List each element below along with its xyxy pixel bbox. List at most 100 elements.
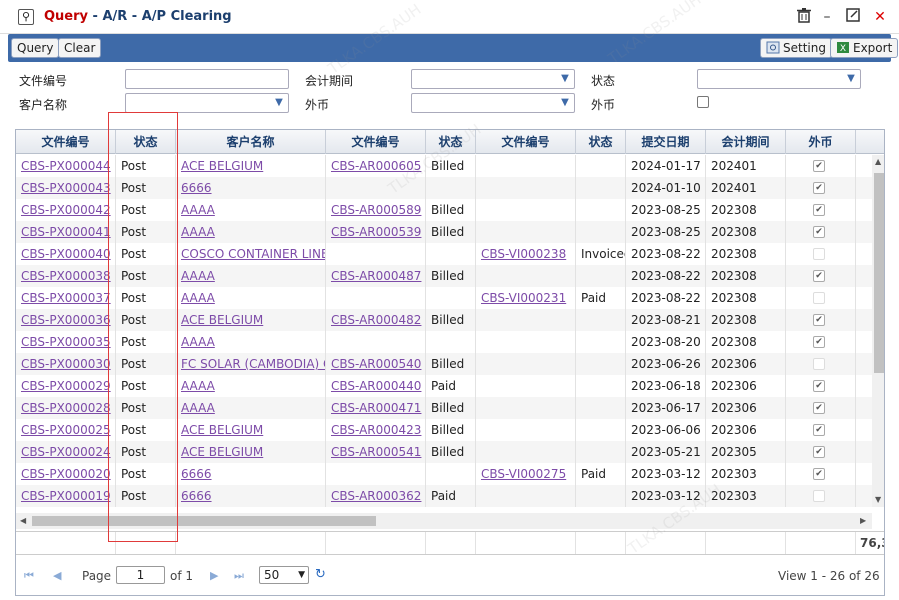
ar-doc-link[interactable]: CBS-AR000539 xyxy=(326,221,426,243)
close-icon[interactable]: ✕ xyxy=(871,8,889,26)
customer-select[interactable]: ▼ xyxy=(125,93,289,113)
customer-link[interactable]: AAAA xyxy=(176,375,326,397)
setting-button[interactable]: Setting xyxy=(760,38,832,58)
foreign-checkbox-cell[interactable]: ✔ xyxy=(813,182,825,194)
table-row[interactable]: CBS-PX000029 Post AAAA CBS-AR000440 Paid 2023… xyxy=(16,375,872,397)
foreign-checkbox-cell[interactable]: ✔ xyxy=(813,336,825,348)
customer-link[interactable]: COSCO CONTAINER LINES xyxy=(176,243,326,265)
ar-doc-link[interactable]: CBS-AR000471 xyxy=(326,397,426,419)
foreign-checkbox[interactable] xyxy=(697,96,709,108)
column-header-period[interactable]: 会计期间 xyxy=(706,130,786,154)
doc-no-link[interactable]: CBS-PX000024 xyxy=(16,441,116,463)
doc-no-link[interactable]: CBS-PX000037 xyxy=(16,287,116,309)
doc-no-link[interactable]: CBS-PX000043 xyxy=(16,177,116,199)
column-header-ar-status[interactable]: 状态 xyxy=(426,130,476,154)
page-size-select[interactable]: 50 ▼ xyxy=(259,566,309,584)
customer-link[interactable]: FC SOLAR (CAMBODIA) CO xyxy=(176,353,326,375)
vertical-scroll-thumb[interactable] xyxy=(874,173,884,373)
table-row[interactable]: CBS-PX000041 Post AAAA CBS-AR000539 Billed 20… xyxy=(16,221,872,243)
ar-doc-link[interactable]: CBS-AR000487 xyxy=(326,265,426,287)
ar-doc-link[interactable]: CBS-AR000440 xyxy=(326,375,426,397)
foreign-checkbox-cell[interactable]: ✔ xyxy=(813,424,825,436)
table-row[interactable]: CBS-PX000035 Post AAAA 2023-08-20 202308 ✔ xyxy=(16,331,872,353)
foreign-checkbox-cell[interactable] xyxy=(813,248,825,260)
table-row[interactable]: CBS-PX000030 Post FC SOLAR (CAMBODIA) CO CB… xyxy=(16,353,872,375)
scroll-left-icon[interactable]: ◀ xyxy=(20,516,26,525)
customer-link[interactable]: AAAA xyxy=(176,397,326,419)
ar-doc-link[interactable]: CBS-AR000423 xyxy=(326,419,426,441)
column-header-status[interactable]: 状态 xyxy=(116,130,176,154)
ar-doc-link[interactable]: CBS-AR000540 xyxy=(326,353,426,375)
page-number-input[interactable]: 1 xyxy=(116,566,165,584)
doc-no-link[interactable]: CBS-PX000029 xyxy=(16,375,116,397)
doc-no-link[interactable]: CBS-PX000019 xyxy=(16,485,116,507)
horizontal-scrollbar[interactable]: ◀ ▶ xyxy=(16,513,872,529)
ar-doc-link[interactable]: CBS-AR000589 xyxy=(326,199,426,221)
maximize-icon[interactable] xyxy=(844,8,862,26)
customer-link[interactable]: 6666 xyxy=(176,485,326,507)
column-header-customer[interactable]: 客户名称 xyxy=(176,130,326,154)
doc-no-link[interactable]: CBS-PX000044 xyxy=(16,155,116,177)
doc-no-link[interactable]: CBS-PX000040 xyxy=(16,243,116,265)
foreign-checkbox-cell[interactable]: ✔ xyxy=(813,160,825,172)
trash-icon[interactable] xyxy=(795,8,813,26)
foreign-checkbox-cell[interactable]: ✔ xyxy=(813,314,825,326)
refresh-icon[interactable]: ↻ xyxy=(315,567,326,582)
doc-no-link[interactable]: CBS-PX000025 xyxy=(16,419,116,441)
foreign-checkbox-cell[interactable]: ✔ xyxy=(813,270,825,282)
table-row[interactable]: CBS-PX000038 Post AAAA CBS-AR000487 Billed 20… xyxy=(16,265,872,287)
foreign-checkbox-cell[interactable] xyxy=(813,292,825,304)
doc-no-link[interactable]: CBS-PX000041 xyxy=(16,221,116,243)
prev-page-icon[interactable]: ◀ xyxy=(53,569,61,582)
customer-link[interactable]: 6666 xyxy=(176,463,326,485)
foreign-checkbox-cell[interactable]: ✔ xyxy=(813,446,825,458)
table-row[interactable]: CBS-PX000043 Post 6666 2024-01-10 202401 ✔ xyxy=(16,177,872,199)
foreign-checkbox-cell[interactable] xyxy=(813,358,825,370)
first-page-icon[interactable]: ⏮ xyxy=(24,569,34,583)
next-page-icon[interactable]: ▶ xyxy=(210,569,218,582)
column-header-doc-no[interactable]: 文件编号 xyxy=(16,130,116,154)
foreign-checkbox-cell[interactable]: ✔ xyxy=(813,468,825,480)
customer-link[interactable]: AAAA xyxy=(176,221,326,243)
vi-doc-link[interactable]: CBS-VI000231 xyxy=(476,287,576,309)
foreign-checkbox-cell[interactable]: ✔ xyxy=(813,402,825,414)
table-row[interactable]: CBS-PX000036 Post ACE BELGIUM CBS-AR000482 B… xyxy=(16,309,872,331)
table-row[interactable]: CBS-PX000040 Post COSCO CONTAINER LINES CBS… xyxy=(16,243,872,265)
query-button[interactable]: Query xyxy=(11,38,60,58)
table-row[interactable]: CBS-PX000044 Post ACE BELGIUM CBS-AR000605 B… xyxy=(16,155,872,177)
export-button[interactable]: X Export xyxy=(830,38,899,58)
customer-link[interactable]: AAAA xyxy=(176,331,326,353)
currency-select[interactable]: ▼ xyxy=(411,93,575,113)
scroll-up-icon[interactable]: ▲ xyxy=(875,157,881,166)
column-header-vi-doc-no[interactable]: 文件编号 xyxy=(476,130,576,154)
status-select[interactable]: ▼ xyxy=(697,69,861,89)
customer-link[interactable]: 6666 xyxy=(176,177,326,199)
vertical-scrollbar[interactable]: ▲ ▼ xyxy=(872,155,884,507)
vi-doc-link[interactable]: CBS-VI000275 xyxy=(476,463,576,485)
foreign-checkbox-cell[interactable]: ✔ xyxy=(813,380,825,392)
ar-doc-link[interactable]: CBS-AR000362 xyxy=(326,485,426,507)
last-page-icon[interactable]: ⏭ xyxy=(234,569,244,583)
column-header-foreign-currency[interactable]: 外币 xyxy=(786,130,856,154)
foreign-checkbox-cell[interactable]: ✔ xyxy=(813,204,825,216)
table-row[interactable]: CBS-PX000025 Post ACE BELGIUM CBS-AR000423 B… xyxy=(16,419,872,441)
doc-no-link[interactable]: CBS-PX000038 xyxy=(16,265,116,287)
column-header-submit-date[interactable]: 提交日期 xyxy=(626,130,706,154)
minimize-icon[interactable]: – xyxy=(818,8,836,26)
table-row[interactable]: CBS-PX000024 Post ACE BELGIUM CBS-AR000541 B… xyxy=(16,441,872,463)
ar-doc-link[interactable]: CBS-AR000482 xyxy=(326,309,426,331)
doc-no-link[interactable]: CBS-PX000028 xyxy=(16,397,116,419)
column-header-ar-doc-no[interactable]: 文件编号 xyxy=(326,130,426,154)
customer-link[interactable]: ACE BELGIUM xyxy=(176,155,326,177)
ar-doc-link[interactable]: CBS-AR000605 xyxy=(326,155,426,177)
scroll-down-icon[interactable]: ▼ xyxy=(875,495,881,504)
table-row[interactable]: CBS-PX000042 Post AAAA CBS-AR000589 Billed 20… xyxy=(16,199,872,221)
customer-link[interactable]: ACE BELGIUM xyxy=(176,419,326,441)
doc-no-link[interactable]: CBS-PX000036 xyxy=(16,309,116,331)
ar-doc-link[interactable]: CBS-AR000541 xyxy=(326,441,426,463)
clear-button[interactable]: Clear xyxy=(58,38,102,58)
foreign-checkbox-cell[interactable]: ✔ xyxy=(813,226,825,238)
doc-no-link[interactable]: CBS-PX000020 xyxy=(16,463,116,485)
table-row[interactable]: CBS-PX000037 Post AAAA CBS-VI000231 Paid 2023… xyxy=(16,287,872,309)
customer-link[interactable]: AAAA xyxy=(176,199,326,221)
